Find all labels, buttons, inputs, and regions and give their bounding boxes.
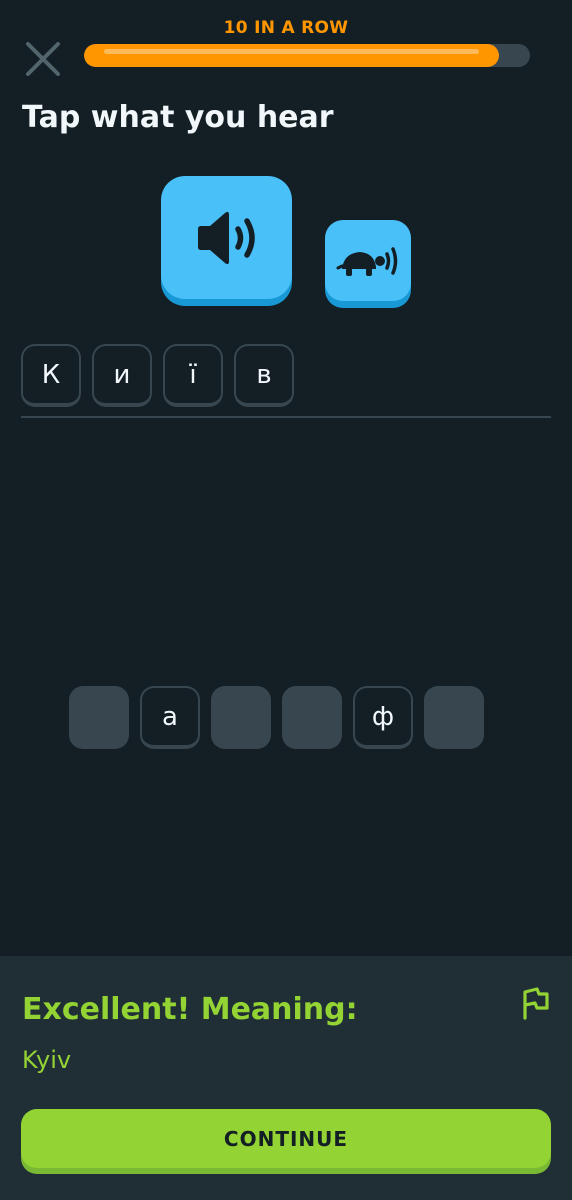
play-audio-button[interactable] — [161, 176, 292, 299]
flag-icon — [523, 987, 549, 1020]
play-slow-audio-button[interactable] — [325, 220, 411, 301]
close-button[interactable] — [24, 40, 62, 78]
answer-tile[interactable]: в — [234, 344, 294, 407]
turtle-speaker-icon — [336, 246, 398, 276]
word-bank-tile-empty — [211, 686, 271, 749]
feedback-title: Excellent! Meaning: — [22, 992, 358, 1027]
word-bank: а ф — [69, 686, 484, 749]
word-bank-tile-empty — [69, 686, 129, 749]
word-bank-tile[interactable]: а — [140, 686, 200, 749]
speaker-icon — [197, 211, 255, 264]
close-icon — [26, 42, 60, 76]
word-bank-tile-empty — [282, 686, 342, 749]
report-button[interactable] — [519, 986, 551, 1022]
answer-tile[interactable]: и — [92, 344, 152, 407]
progress-fill — [84, 44, 499, 67]
answer-divider — [21, 416, 551, 418]
word-bank-tile-empty — [424, 686, 484, 749]
answer-tile[interactable]: ї — [163, 344, 223, 407]
answer-row: К и ї в — [21, 344, 294, 407]
answer-tile[interactable]: К — [21, 344, 81, 407]
word-bank-tile[interactable]: ф — [353, 686, 413, 749]
feedback-panel: Excellent! Meaning: Kyiv CONTINUE — [0, 956, 572, 1200]
prompt-title: Tap what you hear — [22, 100, 334, 135]
progress-shine — [104, 49, 479, 54]
progress-bar — [84, 44, 530, 67]
feedback-meaning: Kyiv — [22, 1046, 72, 1074]
streak-label: 10 IN A ROW — [223, 18, 349, 38]
continue-button[interactable]: CONTINUE — [21, 1109, 551, 1168]
